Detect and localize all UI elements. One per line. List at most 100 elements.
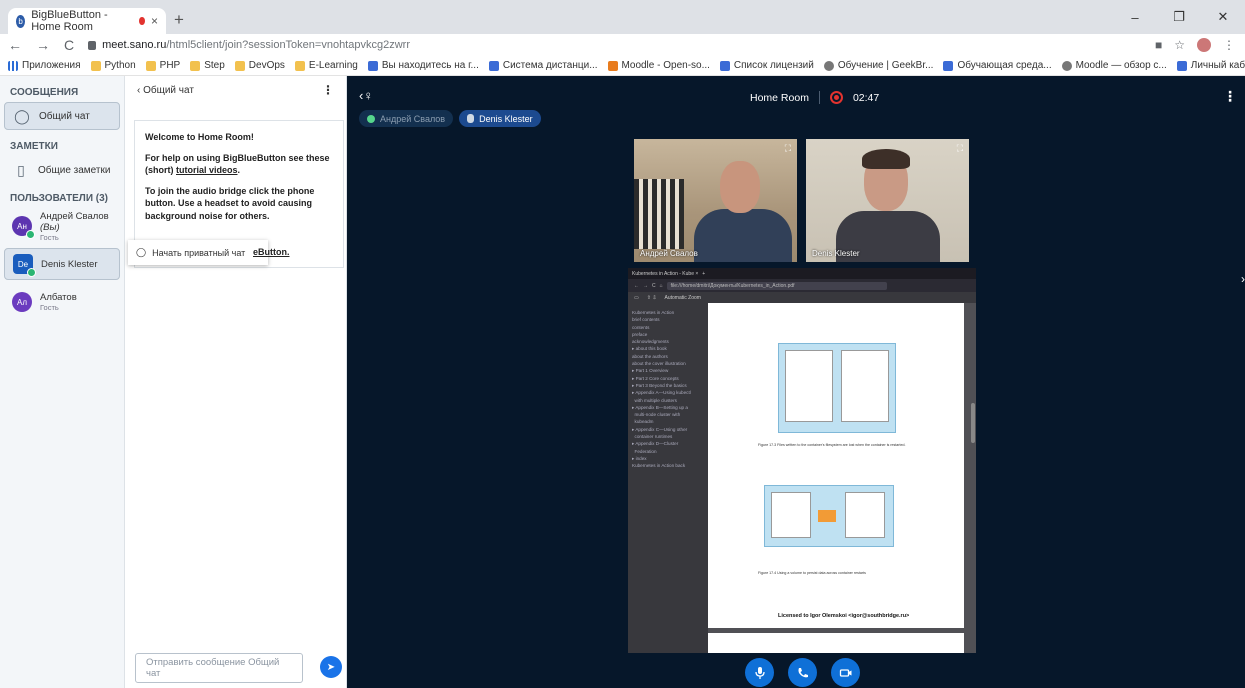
user-name: Denis Klester [41,258,98,270]
restore-icon[interactable]: ❐ [1157,0,1201,34]
outline-item[interactable]: about the cover illustration [632,360,704,367]
private-chat-label: Начать приватный чат [152,247,246,258]
bookmark-item[interactable]: Личный кабинет iS... [1176,60,1245,71]
outline-item[interactable]: ▸ about this book [632,345,704,352]
outline-item[interactable]: brief contents [632,316,704,323]
fullscreen-icon[interactable]: ⛶ [957,143,963,154]
bookmark-item[interactable]: Список лицензий [719,60,814,71]
url-field[interactable]: meet.sano.ru/html5client/join?sessionTok… [88,39,410,51]
outline-item[interactable]: ▸ Appendix D—Cluster [632,440,704,447]
tab-close-icon[interactable]: × [151,14,158,28]
bookmark-item[interactable]: PHP [145,60,180,71]
webcam-andrey[interactable]: ⛶ Андрей Свалов [634,139,797,262]
you-tag: (Вы) [40,221,60,233]
reload-icon[interactable]: C [64,37,74,53]
users-section-title: ПОЛЬЗОВАТЕЛИ (3) [10,192,109,204]
forward-arrow-icon[interactable]: → [36,37,50,53]
outline-item[interactable]: kubeadm [632,418,704,425]
bookmark-item[interactable]: Система дистанци... [488,60,598,71]
outline-item[interactable]: ▸ index [632,455,704,462]
outline-item[interactable]: multi-node cluster with [632,411,704,418]
bookmark-item[interactable]: E-Learning [294,60,358,71]
welcome-trailing-link[interactable]: eButton. [253,247,290,257]
star-icon[interactable]: ☆ [1174,38,1185,52]
chat-bubble-icon: ◯ [136,247,147,257]
site-icon [488,60,499,71]
pdf-scrollbar[interactable] [971,403,975,443]
chat-options-icon[interactable]: ⋮ [322,83,334,97]
private-chat-menu-item[interactable]: ◯ Начать приватный чат [128,240,268,265]
bookmark-item[interactable]: Обучение | GeekBr... [823,60,933,71]
talker-andrey[interactable]: Андрей Свалов [359,110,454,127]
shared-notes-label: Общие заметки [38,164,111,176]
outline-item[interactable]: Federation [632,448,704,455]
microphone-icon [754,666,765,679]
chat-message-input[interactable]: Отправить сообщение Общий чат [135,653,303,683]
pdf-document: Figure 17.3 Files written to the contain… [708,303,976,653]
minimize-icon[interactable]: – [1113,0,1157,34]
outline-item[interactable]: ▸ Appendix B—Setting up a [632,404,704,411]
user-list-sidebar: СООБЩЕНИЯ ◯ Общий чат ЗАМЕТКИ ▯ Общие за… [0,76,125,688]
bookmark-item[interactable]: Вы находитесь на г... [367,60,479,71]
share-webcam-button[interactable] [831,658,860,687]
bookmark-item[interactable]: DevOps [234,60,285,71]
user-name: Андрей Свалов [40,210,109,222]
back-arrow-icon[interactable]: ← [8,37,22,53]
outline-item[interactable]: ▸ Part 2 Core concepts [632,375,704,382]
camera-icon[interactable]: ■ [1155,38,1162,52]
bookmark-item[interactable]: Python [90,60,136,71]
user-role: Гость [40,232,59,242]
toggle-user-list-icon[interactable]: ‹♀ [359,88,373,103]
webcam-denis[interactable]: ⛶ Denis Klester [806,139,969,262]
recording-timer: 02:47 [852,91,880,104]
shared-tab-title: Kubernetes in Action - Kube × [632,270,699,277]
chat-back-button[interactable]: ‹ Общий чат [137,85,194,96]
outline-item[interactable]: Kubernetes in Action back [632,462,704,469]
profile-avatar-icon[interactable] [1197,38,1211,52]
user-item-albatov[interactable]: Ал Албатов Гость [0,286,124,318]
tab-title: BigBlueButton - Home Room [31,9,108,33]
outline-item[interactable]: acknowledgments [632,338,704,345]
talker-denis[interactable]: Denis Klester [459,110,541,127]
send-message-button[interactable]: ➤ [320,656,342,678]
audio-help-text: To join the audio bridge click the phone… [145,185,315,221]
bookmark-item[interactable]: Moodle - Open-so... [607,60,710,71]
folder-icon [190,60,201,71]
meeting-options-icon[interactable]: ⋮ [1223,88,1237,105]
mute-microphone-button[interactable] [745,658,774,687]
new-tab-button[interactable]: + [174,10,184,30]
expand-handle-icon[interactable]: › [1241,272,1245,286]
outline-item[interactable]: ▸ Appendix A—Using kubectl [632,389,704,396]
public-chat-item[interactable]: ◯ Общий чат [4,102,120,130]
site-icon [943,60,954,71]
shared-notes-item[interactable]: ▯ Общие заметки [0,156,124,184]
fullscreen-icon[interactable]: ⛶ [785,143,791,154]
outline-item[interactable]: contents [632,324,704,331]
close-window-icon[interactable]: ✕ [1201,0,1245,34]
camera-icon [839,668,851,677]
tutorial-videos-link[interactable]: tutorial videos [176,165,238,175]
recording-icon[interactable] [829,91,843,104]
browser-tab[interactable]: b BigBlueButton - Home Room × [8,8,166,34]
room-title-bar: Home Room 02:47 [750,91,879,104]
outline-item[interactable]: with multiple clusters [632,397,704,404]
outline-item[interactable]: preface [632,331,704,338]
outline-item[interactable]: ▸ Appendix C—Using other [632,426,704,433]
bookmark-item[interactable]: Приложения [8,60,81,71]
browser-menu-icon[interactable]: ⋮ [1223,38,1235,52]
bookmark-item[interactable]: Moodle — обзор с... [1061,60,1167,71]
screenshare-view[interactable]: Kubernetes in Action - Kube × + ← → C ⌂ file… [628,268,976,653]
outline-item[interactable]: ▸ Part 3 Beyond the basics [632,382,704,389]
meeting-area: ‹♀ Home Room 02:47 ⋮ Андрей Свалов Denis… [347,76,1245,688]
welcome-title: Welcome to Home Room! [145,132,254,142]
outline-item[interactable]: container runtimes [632,433,704,440]
bookmark-item[interactable]: Step [190,60,225,71]
bookmark-item[interactable]: Обучающая среда... [943,60,1052,71]
user-item-denis[interactable]: De Denis Klester [4,248,120,280]
leave-audio-button[interactable] [788,658,817,687]
chat-bubble-icon: ◯ [14,107,30,124]
outline-item[interactable]: ▸ Part 1 Overview [632,367,704,374]
user-item-andrey[interactable]: Ан Андрей Свалов (Вы) Гость [0,210,124,242]
outline-item[interactable]: about the authors [632,353,704,360]
outline-item[interactable]: Kubernetes in Action [632,309,704,316]
